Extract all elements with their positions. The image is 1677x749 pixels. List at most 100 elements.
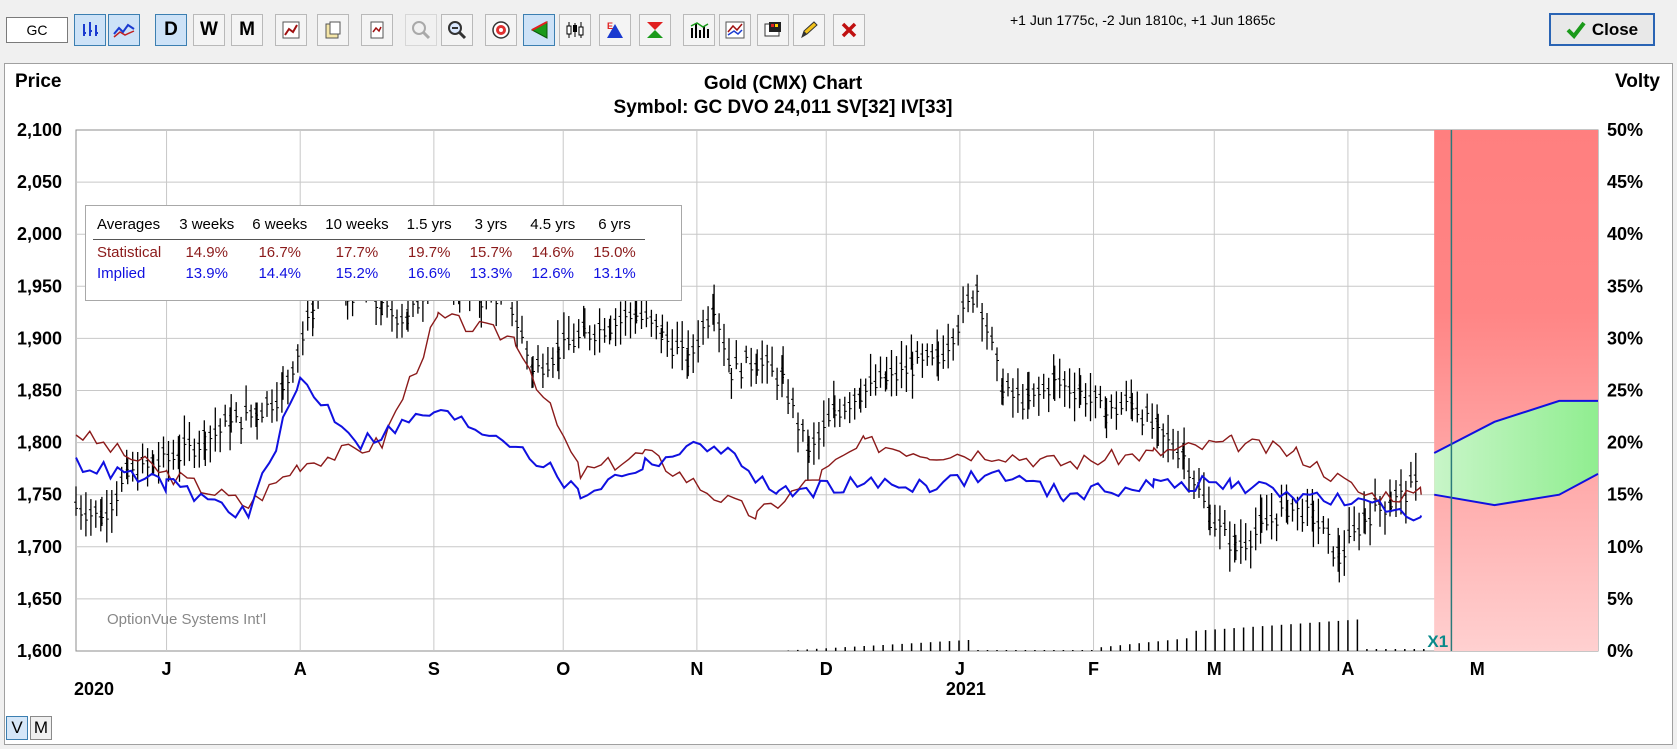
averages-header: 1.5 yrs bbox=[397, 211, 461, 240]
view-toggle: V M bbox=[6, 716, 52, 740]
year-label: 2020 bbox=[74, 679, 114, 699]
left-axis-title: Price bbox=[15, 71, 61, 92]
dividend-button[interactable] bbox=[639, 14, 671, 46]
price-chart[interactable]: Price Volty Gold (CMX) Chart Symbol: GC … bbox=[5, 64, 1672, 744]
chart-panel: Price Volty Gold (CMX) Chart Symbol: GC … bbox=[4, 63, 1673, 745]
statistical-cell: 15.0% bbox=[593, 244, 636, 261]
volty-tick-label: 40% bbox=[1607, 224, 1643, 244]
pencil-icon bbox=[799, 20, 819, 40]
check-icon bbox=[1566, 21, 1586, 39]
price-tick-label: 2,000 bbox=[17, 224, 62, 244]
candlestick-icon bbox=[565, 20, 585, 40]
pencil-button[interactable] bbox=[793, 14, 825, 46]
statistical-cell: 17.7% bbox=[335, 244, 379, 261]
implied-cell: 13.1% bbox=[593, 265, 636, 282]
volty-tick-label: 30% bbox=[1607, 328, 1643, 348]
right-axis-title: Volty bbox=[1615, 71, 1660, 92]
print-button[interactable] bbox=[361, 14, 393, 46]
month-label: D bbox=[820, 659, 833, 679]
month-label: F bbox=[1088, 659, 1099, 679]
averages-header: 6 yrs bbox=[584, 211, 645, 240]
watermark: OptionVue Systems Int'l bbox=[107, 611, 266, 628]
implied-cell: 13.3% bbox=[469, 265, 513, 282]
volume-bars-icon bbox=[689, 20, 709, 40]
volty-tick-label: 35% bbox=[1607, 276, 1643, 296]
chart-settings-button[interactable] bbox=[275, 14, 307, 46]
averages-header-row: Averages 3 weeks 6 weeks 10 weeks 1.5 yr… bbox=[93, 211, 645, 240]
zoom-out-button[interactable] bbox=[441, 14, 473, 46]
forecast-zone: X1 bbox=[1427, 130, 1599, 651]
arrow-green-button[interactable] bbox=[523, 14, 555, 46]
statistical-cell: 15.7% bbox=[469, 244, 513, 261]
implied-cell: 14.4% bbox=[258, 265, 302, 282]
month-label: A bbox=[294, 659, 307, 679]
implied-row: Implied 13.9% 14.4% 15.2% 16.6% 13.3% 12… bbox=[93, 261, 645, 282]
zoom-in-button[interactable] bbox=[405, 14, 437, 46]
earnings-icon: E bbox=[605, 20, 625, 40]
averages-header: 6 weeks bbox=[243, 211, 317, 240]
month-label: J bbox=[162, 659, 172, 679]
market-view-button[interactable]: M bbox=[30, 716, 52, 740]
arrow-green-icon bbox=[529, 20, 549, 40]
zoom-in-icon bbox=[411, 20, 431, 40]
indicator-button[interactable] bbox=[719, 14, 751, 46]
expiry-marker-label: X1 bbox=[1427, 632, 1448, 651]
month-label: J bbox=[955, 659, 965, 679]
forecast-region bbox=[1434, 130, 1598, 651]
price-tick-label: 2,100 bbox=[17, 120, 62, 140]
averages-header: Averages bbox=[93, 211, 171, 240]
delete-drawing-icon bbox=[839, 20, 859, 40]
price-tick-label: 1,850 bbox=[17, 381, 62, 401]
chart-title: Gold (CMX) Chart bbox=[704, 73, 863, 94]
implied-cell: 16.6% bbox=[407, 265, 451, 282]
candlestick-button[interactable] bbox=[559, 14, 591, 46]
volume-bars-button[interactable] bbox=[683, 14, 715, 46]
price-tick-label: 1,900 bbox=[17, 328, 62, 348]
line-chart-icon bbox=[113, 20, 135, 40]
position-quote: +1 Jun 1775c, -2 Jun 1810c, +1 Jun 1865c bbox=[1010, 12, 1276, 28]
toolbar: DWM E +1 Jun 1775c, -2 Jun 1810c, +1 Jun … bbox=[0, 0, 1677, 60]
indicator-icon bbox=[725, 20, 745, 40]
close-label: Close bbox=[1591, 19, 1639, 39]
symbol-input[interactable] bbox=[6, 17, 68, 43]
year-label: 2021 bbox=[946, 679, 986, 699]
price-tick-label: 1,600 bbox=[17, 641, 62, 661]
earnings-button[interactable]: E bbox=[599, 14, 631, 46]
palette-button[interactable] bbox=[757, 14, 789, 46]
weekly-button[interactable]: W bbox=[193, 14, 225, 46]
statistical-cell: 14.6% bbox=[531, 244, 574, 261]
paste-button[interactable] bbox=[317, 14, 349, 46]
price-tick-label: 1,650 bbox=[17, 589, 62, 609]
implied-cell: Implied bbox=[97, 265, 146, 282]
price-tick-label: 1,800 bbox=[17, 433, 62, 453]
volatility-view-button[interactable]: V bbox=[6, 716, 28, 740]
implied-cell: 15.2% bbox=[335, 265, 379, 282]
price-tick-label: 1,950 bbox=[17, 276, 62, 296]
volty-tick-label: 45% bbox=[1607, 172, 1643, 192]
price-tick-label: 1,700 bbox=[17, 537, 62, 557]
daily-button[interactable]: D bbox=[155, 14, 187, 46]
statistical-cell: 19.7% bbox=[407, 244, 451, 261]
monthly-button[interactable]: M bbox=[231, 14, 263, 46]
implied-cell: 12.6% bbox=[531, 265, 574, 282]
zoom-out-icon bbox=[447, 20, 467, 40]
chart-settings-icon bbox=[281, 20, 301, 40]
price-tick-label: 2,050 bbox=[17, 172, 62, 192]
averages-header: 3 yrs bbox=[460, 211, 522, 240]
statistical-row: Statistical 14.9% 16.7% 17.7% 19.7% 15.7… bbox=[93, 240, 645, 261]
month-label: M bbox=[1207, 659, 1222, 679]
close-button[interactable]: Close bbox=[1549, 13, 1655, 46]
averages-table: Averages 3 weeks 6 weeks 10 weeks 1.5 yr… bbox=[85, 205, 682, 301]
volty-tick-label: 20% bbox=[1607, 433, 1643, 453]
volty-tick-label: 25% bbox=[1607, 381, 1643, 401]
month-label: O bbox=[556, 659, 570, 679]
line-chart-button[interactable] bbox=[108, 14, 140, 46]
month-label: M bbox=[1470, 659, 1485, 679]
bar-chart-button[interactable] bbox=[74, 14, 106, 46]
statistical-cell: 14.9% bbox=[185, 244, 228, 261]
volty-tick-label: 5% bbox=[1607, 589, 1633, 609]
target-button[interactable] bbox=[485, 14, 517, 46]
palette-icon bbox=[763, 20, 783, 40]
delete-drawing-button[interactable] bbox=[833, 14, 865, 46]
price-tick-label: 1,750 bbox=[17, 485, 62, 505]
